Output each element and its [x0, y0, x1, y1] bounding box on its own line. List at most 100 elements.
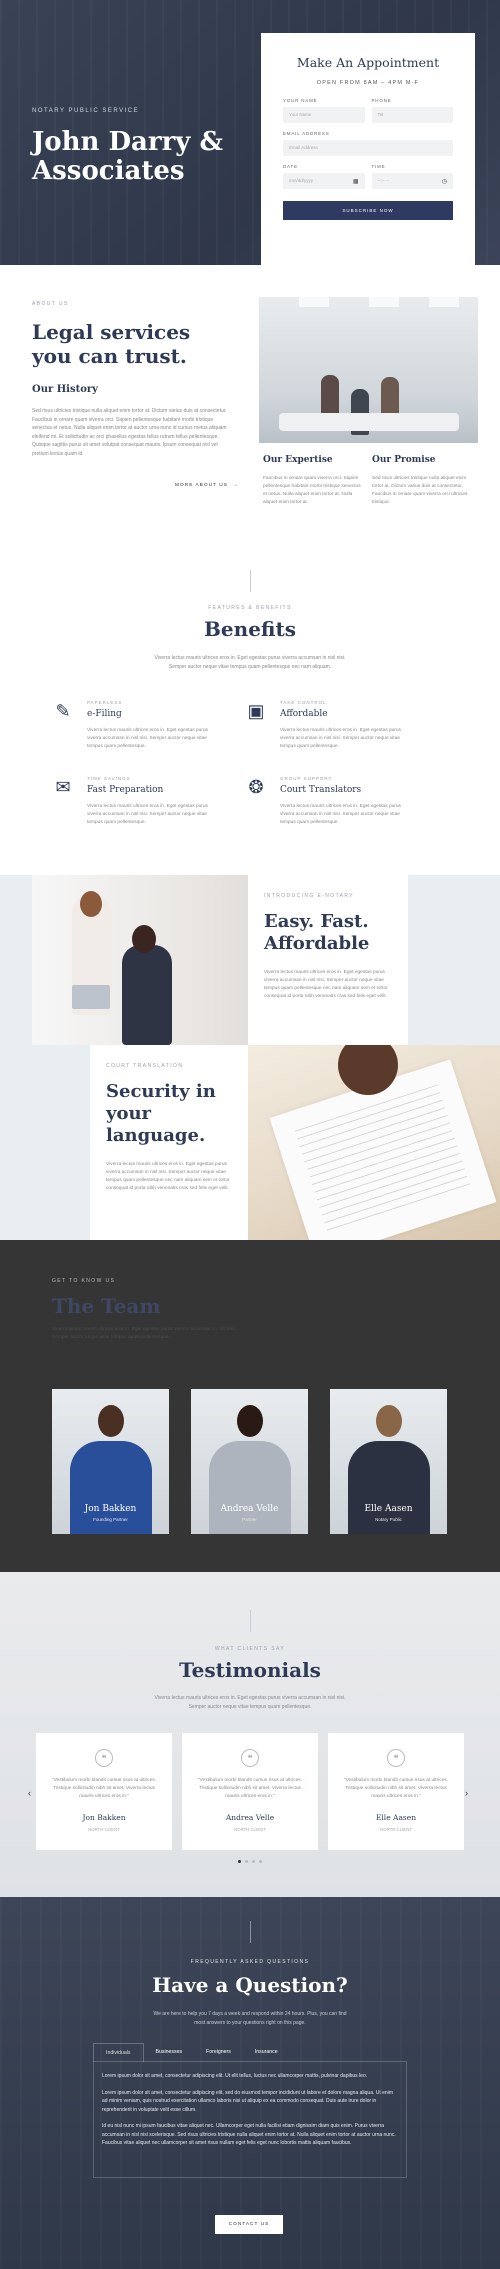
time-placeholder: --:-- -- [377, 178, 390, 183]
envelope-icon: ✉ [55, 777, 71, 797]
date-label: DATE [283, 164, 298, 169]
contact-us-button[interactable]: CONTACT US [215, 2215, 283, 2234]
carousel-dot[interactable] [252, 1860, 255, 1863]
benefits-eyebrow: FEATURES & BENEFITS [208, 605, 292, 611]
team-member-card[interactable]: Jon Bakken Founding Partner [52, 1389, 169, 1534]
testimonial-quote: “Vestibulum morbi blandit cursus risus a… [344, 1778, 448, 1799]
expertise-block: Our Expertise Faucibus in ornare quam vi… [263, 455, 363, 507]
feature-desc: Viverra lectus mauris ultrices eros in. … [87, 804, 208, 825]
subscribe-button[interactable]: SUBSCRIBE NOW [283, 201, 453, 220]
calendar-icon[interactable]: ▦ [353, 178, 359, 185]
testimonials-intro: Viverra lectus mauris ultrices eros in. … [154, 1695, 346, 1710]
testimonials-eyebrow: WHAT CLIENTS SAY [214, 1646, 286, 1652]
member-role: Partner [242, 1517, 257, 1522]
feature-desc: Viverra lectus mauris ultrices eros in. … [87, 728, 208, 749]
about-section: ABOUT US Legal services you can trust. O… [0, 265, 500, 550]
testimonial-role: NORTH CLIENT [234, 1827, 266, 1832]
feature-eyebrow: PAPERLESS [87, 700, 123, 705]
history-heading: Our History [32, 384, 98, 395]
faq-paragraph: Id eu nisl nunc mi ipsum faucibus vitae … [102, 2123, 396, 2146]
feature-title: Fast Preparation [87, 785, 164, 795]
testimonial-name: Andrea Velle [225, 1813, 275, 1822]
document-pen-icon: ✎ [55, 701, 71, 721]
feature-eyebrow: TAKE CONTROL [280, 700, 327, 705]
testimonial-quote: “Vestibulum morbi blandit cursus risus a… [198, 1778, 302, 1799]
appointment-hours: OPEN FROM 8AM – 4PM M-F [316, 80, 420, 86]
tab-individuals[interactable]: Individuals [93, 2043, 144, 2062]
member-role: Founding Partner [93, 1517, 128, 1522]
security-text: Viverra lectus mauris ultrices eros in. … [106, 1162, 230, 1191]
tab-businesses[interactable]: Businesses [144, 2043, 195, 2062]
time-label: TIME [371, 164, 386, 169]
feature-eyebrow: GROUP SUPPORT [280, 776, 333, 781]
hero-section: NOTARY PUBLIC SERVICE John Darry & Assoc… [0, 0, 500, 265]
easy-card: INTRODUCING E-NOTARY Easy. Fast. Afforda… [248, 875, 408, 1045]
tab-foreigners[interactable]: Foreigners [194, 2043, 243, 2062]
promise-text: Sed risus ultricies tristique nulla aliq… [372, 476, 468, 505]
wallet-icon: ▣ [247, 701, 265, 721]
time-input[interactable]: --:-- -- ◷ [371, 173, 453, 189]
carousel-dot[interactable] [238, 1860, 241, 1863]
enotary-section: INTRODUCING E-NOTARY Easy. Fast. Afforda… [0, 875, 500, 1240]
email-placeholder: Email Address [289, 145, 318, 150]
about-eyebrow: ABOUT US [32, 301, 69, 307]
quote-icon: ❝ [95, 1749, 113, 1767]
women-laptop-photo [32, 875, 248, 1045]
name-placeholder: Your Name [289, 112, 312, 117]
carousel-next-button[interactable]: › [465, 1788, 468, 1798]
security-eyebrow: COURT TRANSLATION [106, 1063, 184, 1069]
tab-insurance[interactable]: Insurance [243, 2043, 290, 2062]
phone-input[interactable]: Tel [371, 107, 453, 123]
appointment-form: Make An Appointment OPEN FROM 8AM – 4PM … [261, 33, 475, 265]
testimonial-name: Jon Bakken [82, 1813, 126, 1822]
quote-icon: ❝ [387, 1749, 405, 1767]
phone-placeholder: Tel [377, 112, 384, 117]
email-label: EMAIL ADDRESS [283, 131, 330, 136]
member-name: Jon Bakken [84, 1504, 137, 1514]
testimonials-heading: Testimonials [179, 1658, 321, 1682]
faq-tab-panel: Lorem ipsum dolor sit amet, consectetur … [93, 2061, 407, 2178]
testimonials-section: WHAT CLIENTS SAY Testimonials Viverra le… [0, 1572, 500, 1897]
team-member-card[interactable]: Andrea Velle Partner [191, 1389, 308, 1534]
team-member-card[interactable]: Elle Aasen Notary Public [330, 1389, 447, 1534]
more-about-link[interactable]: MORE ABOUT US → [175, 483, 238, 488]
easy-heading: Easy. Fast. Affordable [264, 911, 370, 954]
carousel-dot[interactable] [245, 1860, 248, 1863]
date-input[interactable]: mm/dd/yyyy ▦ [283, 173, 365, 189]
date-placeholder: mm/dd/yyyy [289, 178, 314, 183]
feature-title: e-Filing [87, 709, 122, 719]
hero-title: John Darry & Associates [32, 127, 223, 186]
name-input[interactable]: Your Name [283, 107, 365, 123]
testimonial-quote: “Vestibulum morbi blandit cursus risus a… [52, 1778, 156, 1799]
team-section: GET TO KNOW US The Team Viverra lectus m… [0, 1240, 500, 1572]
easy-eyebrow: INTRODUCING E-NOTARY [264, 893, 355, 899]
member-role: Notary Public [375, 1517, 402, 1522]
hero-tag: NOTARY PUBLIC SERVICE [32, 108, 140, 114]
divider-line [250, 570, 251, 592]
benefits-heading: Benefits [204, 617, 296, 641]
clock-icon[interactable]: ◷ [442, 178, 447, 185]
divider-line [250, 1921, 251, 1943]
name-label: YOUR NAME [283, 98, 318, 103]
faq-tabs: Individuals Businesses Foreigners Insura… [93, 2043, 290, 2062]
team-heading: The Team [52, 1294, 161, 1318]
feature-desc: Viverra lectus mauris ultrices eros in. … [280, 728, 401, 749]
member-name: Elle Aasen [364, 1504, 413, 1514]
faq-section: FREQUENTLY ASKED QUESTIONS Have a Questi… [0, 1897, 500, 2269]
feature-eyebrow: TIME SAVINGS [87, 776, 131, 781]
testimonial-card: ❝ “Vestibulum morbi blandit cursus risus… [182, 1733, 318, 1850]
divider-line [250, 1610, 251, 1632]
expertise-heading: Our Expertise [263, 455, 333, 465]
office-photo [259, 297, 478, 443]
faq-paragraph: Lorem ipsum dolor sit amet, consectetur … [102, 2073, 368, 2079]
testimonial-role: NORTH CLIENT [380, 1827, 412, 1832]
carousel-prev-button[interactable]: ‹ [28, 1788, 31, 1798]
arrow-right-icon: → [232, 483, 239, 488]
security-heading: Security in your language. [106, 1081, 216, 1146]
testimonial-name: Elle Aasen [375, 1813, 417, 1822]
quote-icon: ❝ [241, 1749, 259, 1767]
email-input[interactable]: Email Address [283, 140, 453, 156]
feature-title: Court Translators [280, 785, 362, 795]
testimonial-role: NORTH CLIENT [88, 1827, 120, 1832]
carousel-dot[interactable] [259, 1860, 262, 1863]
